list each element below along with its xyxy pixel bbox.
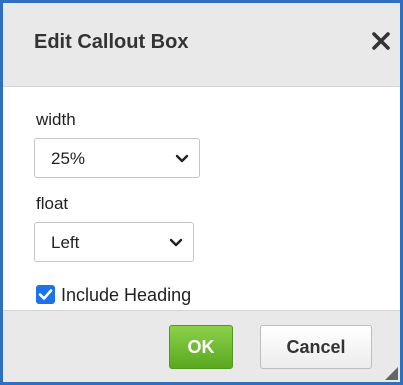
width-label: width bbox=[36, 110, 76, 129]
dialog-header: Edit Callout Box bbox=[3, 3, 400, 87]
float-label: float bbox=[36, 194, 69, 213]
chevron-down-icon bbox=[175, 154, 189, 164]
chevron-down-icon bbox=[169, 238, 183, 248]
resize-grip-icon[interactable] bbox=[382, 364, 398, 380]
include-heading-label[interactable]: Include Heading bbox=[61, 284, 191, 306]
include-heading-checkbox[interactable] bbox=[36, 285, 55, 304]
width-select[interactable]: 25% bbox=[34, 138, 200, 178]
edit-callout-dialog: Edit Callout Box width 25% float Left In… bbox=[0, 0, 403, 385]
close-icon[interactable] bbox=[369, 29, 393, 53]
checkmark-icon bbox=[38, 289, 53, 300]
dialog-title: Edit Callout Box bbox=[34, 31, 189, 53]
float-select-value: Left bbox=[51, 233, 80, 252]
cancel-button[interactable]: Cancel bbox=[260, 325, 372, 369]
dialog-footer: OK Cancel bbox=[3, 310, 400, 382]
width-select-value: 25% bbox=[51, 149, 86, 168]
ok-button[interactable]: OK bbox=[169, 325, 233, 369]
dialog-body: width 25% float Left Include Heading bbox=[3, 88, 400, 310]
float-select[interactable]: Left bbox=[34, 222, 194, 262]
